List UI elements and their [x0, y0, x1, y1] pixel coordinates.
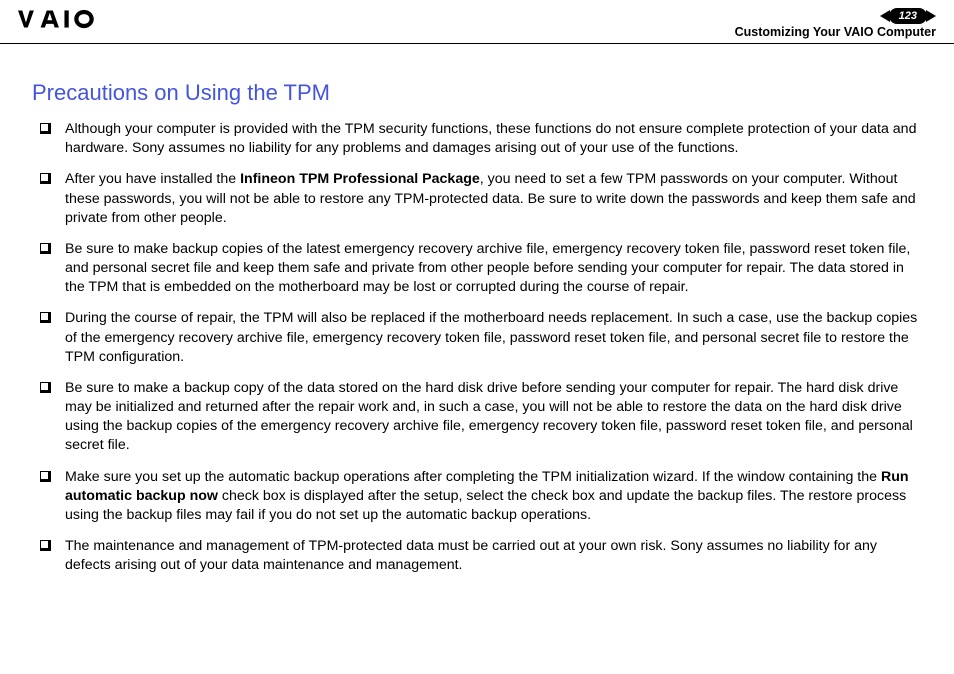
list-item-text: After you have installed the Infineon TP…	[65, 170, 922, 228]
page-header: 123 Customizing Your VAIO Computer	[0, 0, 954, 44]
list-item-text: Be sure to make backup copies of the lat…	[65, 240, 922, 298]
emphasized-term: Infineon TPM Professional Package	[240, 171, 480, 187]
bullet-icon	[40, 243, 51, 254]
bullet-icon	[40, 123, 51, 134]
list-item: Be sure to make a backup copy of the dat…	[40, 379, 922, 456]
list-item-text: Be sure to make a backup copy of the dat…	[65, 379, 922, 456]
bullet-icon	[40, 540, 51, 551]
list-item: During the course of repair, the TPM wil…	[40, 309, 922, 367]
bullet-icon	[40, 471, 51, 482]
vaio-logo	[18, 8, 128, 30]
page-title: Precautions on Using the TPM	[32, 80, 922, 106]
bullet-icon	[40, 173, 51, 184]
list-item-text: Make sure you set up the automatic backu…	[65, 468, 922, 526]
next-page-icon[interactable]	[926, 10, 936, 22]
list-item: Make sure you set up the automatic backu…	[40, 468, 922, 526]
list-item: Be sure to make backup copies of the lat…	[40, 240, 922, 298]
list-item-text: The maintenance and management of TPM-pr…	[65, 537, 922, 575]
header-right: 123 Customizing Your VAIO Computer	[735, 8, 936, 39]
list-item: Although your computer is provided with …	[40, 120, 922, 158]
emphasized-term: Run automatic backup now	[65, 469, 909, 504]
list-item-text: During the course of repair, the TPM wil…	[65, 309, 922, 367]
page-navigation: 123	[735, 8, 936, 24]
precautions-list: Although your computer is provided with …	[32, 120, 922, 575]
page-number-badge: 123	[889, 8, 927, 24]
page-content: Precautions on Using the TPM Although yo…	[0, 44, 954, 575]
bullet-icon	[40, 312, 51, 323]
list-item: The maintenance and management of TPM-pr…	[40, 537, 922, 575]
section-label: Customizing Your VAIO Computer	[735, 25, 936, 39]
list-item: After you have installed the Infineon TP…	[40, 170, 922, 228]
bullet-icon	[40, 382, 51, 393]
list-item-text: Although your computer is provided with …	[65, 120, 922, 158]
